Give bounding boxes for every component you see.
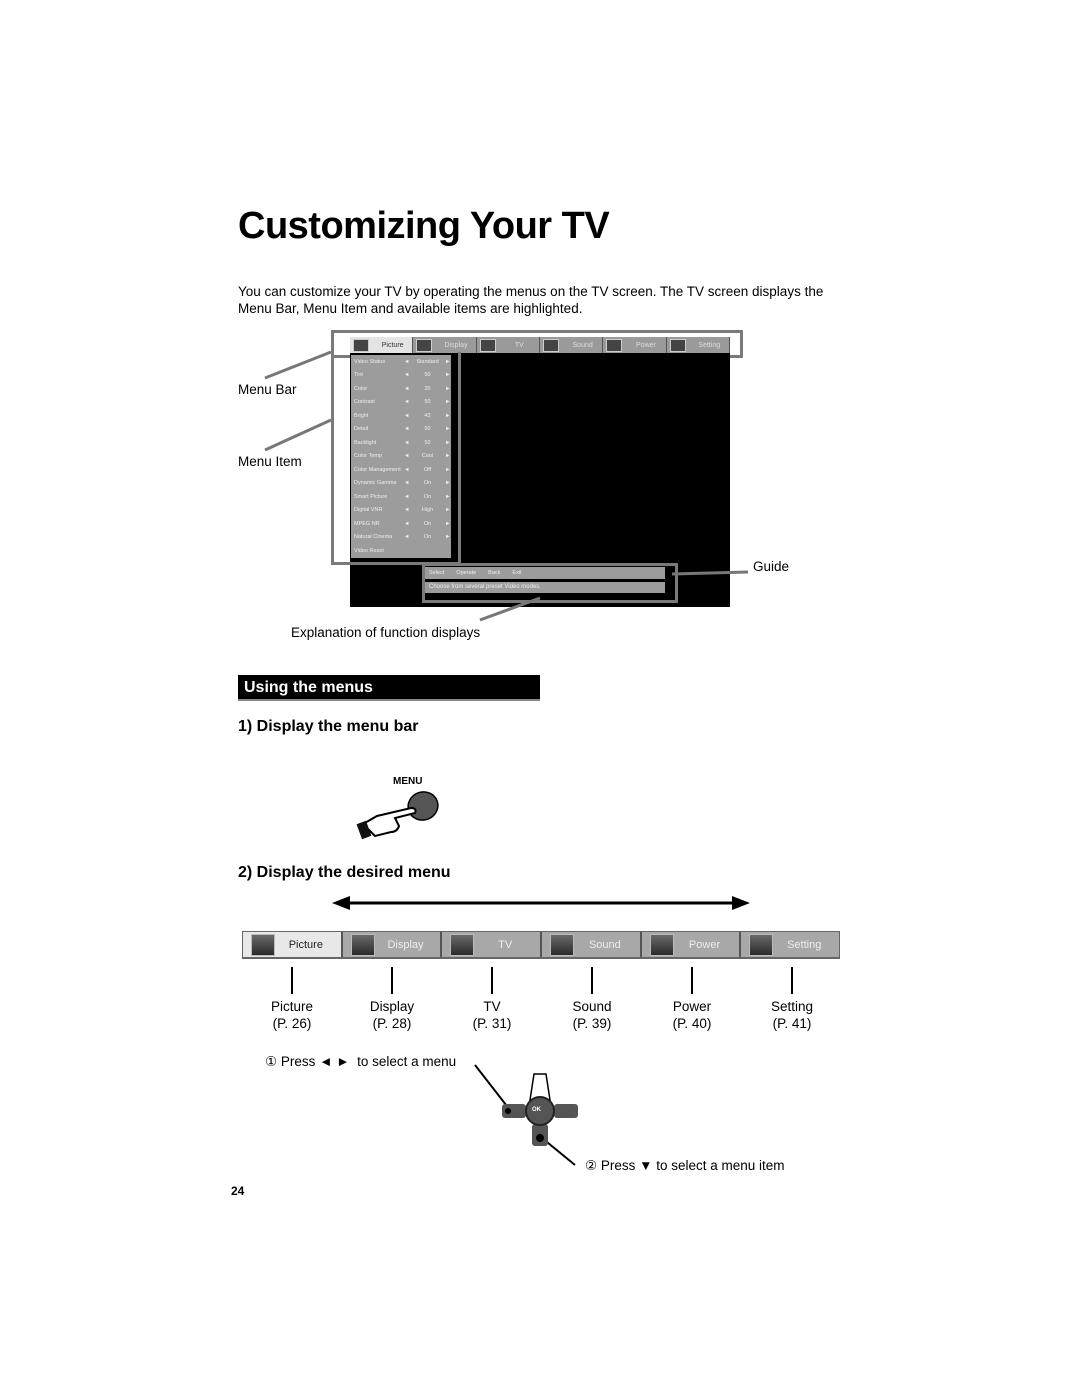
explanation-leader <box>479 596 541 622</box>
tab-tv[interactable]: TV <box>442 932 543 957</box>
menu-label-sound: Sound (P. 39) <box>547 998 637 1032</box>
menu-name: Setting <box>770 999 814 1014</box>
menu-label-picture: Picture (P. 26) <box>247 998 337 1032</box>
menu-name: Sound <box>572 999 612 1014</box>
menu-item-leader <box>264 418 332 452</box>
menu-name: Picture <box>270 999 314 1014</box>
manual-page: Customizing Your TV You can customize yo… <box>0 0 1080 1397</box>
section-heading: Using the menus <box>238 675 540 701</box>
picture-icon <box>251 933 275 956</box>
menu-page-ref: (P. 26) <box>272 1016 312 1031</box>
ok-button-label: OK <box>532 1107 541 1113</box>
menu-tick <box>391 967 393 994</box>
tab-display[interactable]: Display <box>342 932 443 957</box>
menu-bar-callout: Menu Bar <box>238 382 297 397</box>
tab-picture[interactable]: Picture <box>243 932 343 957</box>
menu-label-tv: TV (P. 31) <box>447 998 537 1032</box>
menu-page-ref: (P. 31) <box>472 1016 512 1031</box>
wrench-icon <box>749 933 774 956</box>
guide-callout: Guide <box>753 559 790 574</box>
menu-label-display: Display (P. 28) <box>347 998 437 1032</box>
hand-pressing-menu-icon <box>356 791 439 840</box>
menu-page-ref: (P. 40) <box>672 1016 712 1031</box>
menu-label-setting: Setting (P. 41) <box>747 998 837 1032</box>
menu-page-ref: (P. 28) <box>372 1016 412 1031</box>
menu-tick <box>491 967 493 994</box>
menu-bar: Picture Display TV Sound Power Setting <box>242 931 840 959</box>
menu-name: TV <box>483 999 501 1014</box>
menu-name: Power <box>672 999 712 1014</box>
explanation-callout: Explanation of function displays <box>291 625 481 640</box>
step-1-heading: 1) Display the menu bar <box>238 718 419 735</box>
menu-tick <box>291 967 293 994</box>
callout-lines <box>264 350 749 622</box>
page-number: 24 <box>231 1184 245 1198</box>
menu-page-ref: (P. 41) <box>772 1016 812 1031</box>
menu-label-power: Power (P. 40) <box>647 998 737 1032</box>
instruction-left-right: ① Press ◄ ► to select a menu <box>265 1054 457 1069</box>
menu-bar-leader <box>264 350 332 380</box>
instruction-down: ② Press ▼ to select a menu item <box>585 1158 785 1173</box>
menu-tick <box>591 967 593 994</box>
menu-item-callout: Menu Item <box>238 454 302 469</box>
tab-power[interactable]: Power <box>641 932 742 957</box>
guide-leader <box>671 570 749 576</box>
menu-page-ref: (P. 39) <box>572 1016 612 1031</box>
step-2-heading: 2) Display the desired menu <box>238 864 451 881</box>
remote-dpad-icon <box>474 1064 578 1166</box>
tab-setting[interactable]: Setting <box>741 932 840 957</box>
display-icon <box>350 933 375 956</box>
menu-name: Display <box>369 999 415 1014</box>
tab-sound[interactable]: Sound <box>542 932 642 957</box>
left-right-arrow <box>332 896 750 910</box>
power-plug-icon <box>649 933 674 956</box>
tv-icon <box>450 933 475 956</box>
music-note-icon <box>550 933 575 956</box>
menu-tick <box>691 967 693 994</box>
menu-tick <box>791 967 793 994</box>
